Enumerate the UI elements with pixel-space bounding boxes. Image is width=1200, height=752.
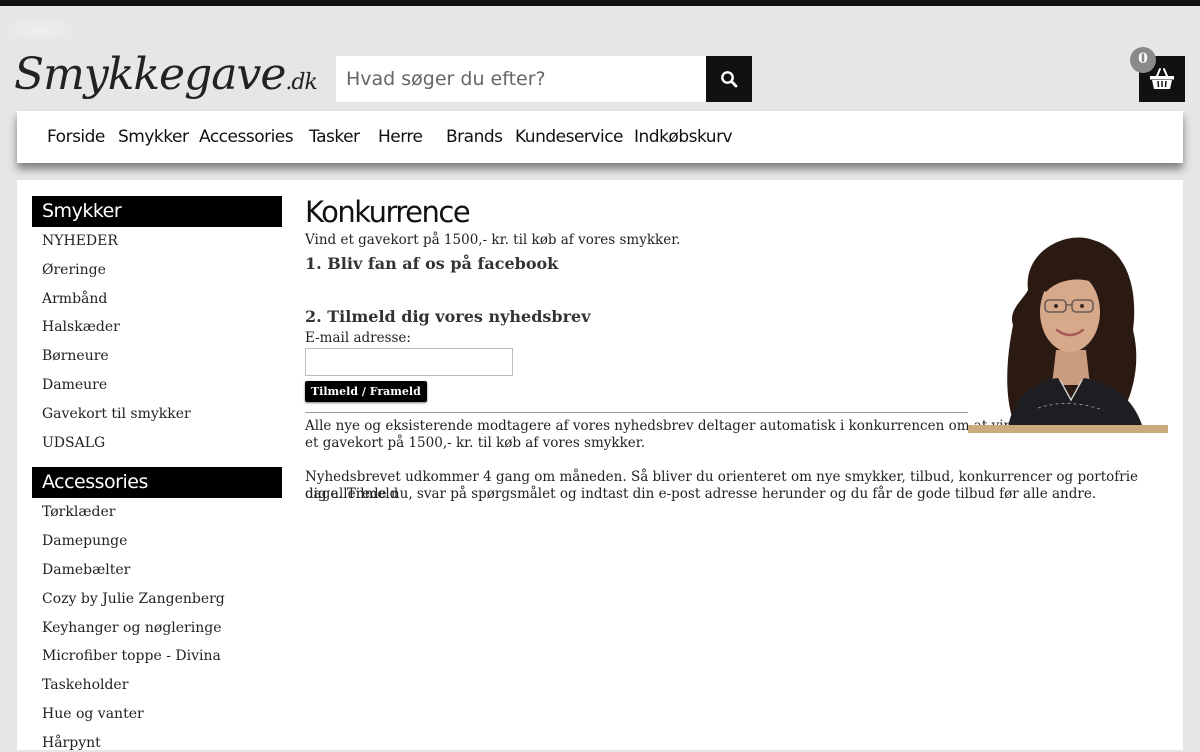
main-nav: Forside Smykker Accessories Tasker Herre…	[17, 111, 1183, 163]
sidebar-item-nyheder[interactable]: NYHEDER	[42, 232, 118, 250]
content-panel: Smykker NYHEDER Øreringe Armbånd Halskæd…	[17, 180, 1183, 752]
sidebar-heading-accessories: Accessories	[32, 467, 282, 498]
nav-item-accessories[interactable]: Accessories	[199, 111, 294, 163]
nav-item-smykker[interactable]: Smykker	[118, 111, 189, 163]
page-title: Konkurrence	[305, 195, 471, 229]
nav-item-brands[interactable]: Brands	[446, 111, 503, 163]
sidebar-heading-smykker: Smykker	[32, 196, 282, 227]
basket-icon	[1150, 68, 1174, 89]
sidebar-item-borneure[interactable]: Børneure	[42, 347, 109, 365]
site-logo[interactable]: Smykkegave.dk	[14, 40, 318, 110]
sidebar-item-damepunge[interactable]: Damepunge	[42, 532, 127, 550]
sidebar-item-dameure[interactable]: Dameure	[42, 376, 107, 394]
sidebar-item-cozy[interactable]: Cozy by Julie Zangenberg	[42, 590, 225, 608]
search-icon	[721, 71, 738, 88]
step2-heading: 2. Tilmeld dig vores nyhedsbrev	[305, 307, 591, 326]
sidebar-item-harpynt[interactable]: Hårpynt	[42, 734, 101, 752]
sidebar-item-udsalg[interactable]: UDSALG	[42, 434, 105, 452]
newsletter-paragraph-line2: dig allerede nu, svar på spørgsmålet og …	[305, 486, 1097, 502]
search-bar	[336, 56, 752, 102]
nav-item-forside[interactable]: Forside	[47, 111, 105, 163]
sidebar-item-halskaeder[interactable]: Halskæder	[42, 318, 120, 336]
photo-base-bar	[968, 425, 1168, 433]
sidebar-item-keyhanger[interactable]: Keyhanger og nøgleringe	[42, 619, 222, 637]
sidebar-item-taskeholder[interactable]: Taskeholder	[42, 676, 128, 694]
sidebar-item-gavekort[interactable]: Gavekort til smykker	[42, 405, 191, 423]
email-field[interactable]	[305, 348, 513, 376]
search-input[interactable]	[336, 56, 706, 102]
sidebar-item-damebaelter[interactable]: Damebælter	[42, 561, 130, 579]
nav-item-indkobskurv[interactable]: Indkøbskurv	[634, 111, 733, 163]
subscribe-button[interactable]: Tilmeld / Frameld	[305, 381, 427, 402]
intro-text: Vind et gavekort på 1500,- kr. til køb a…	[305, 232, 681, 248]
sidebar-item-oreringe[interactable]: Øreringe	[42, 261, 106, 279]
email-label: E-mail adresse:	[305, 330, 411, 346]
nav-item-tasker[interactable]: Tasker	[309, 111, 360, 163]
divider	[305, 412, 968, 413]
nav-item-kundeservice[interactable]: Kundeservice	[515, 111, 624, 163]
cart-count-badge: 0	[1130, 47, 1156, 73]
portrait-photo	[968, 230, 1168, 428]
sidebar-item-torklaeder[interactable]: Tørklæder	[42, 503, 115, 521]
sidebar-item-armband[interactable]: Armbånd	[42, 290, 107, 308]
contest-paragraph-line2: et gavekort på 1500,- kr. til køb af vor…	[305, 435, 646, 451]
sidebar-item-hue-og-vanter[interactable]: Hue og vanter	[42, 705, 144, 723]
step1-heading: 1. Bliv fan af os på facebook	[305, 254, 559, 273]
main-content: Konkurrence Vind et gavekort på 1500,- k…	[305, 180, 1175, 750]
top-bar	[0, 0, 1200, 6]
nav-item-herre[interactable]: Herre	[378, 111, 423, 163]
sidebar-item-microfiber[interactable]: Microfiber toppe - Divina	[42, 647, 221, 665]
search-button[interactable]	[706, 56, 752, 102]
contest-paragraph-line1: Alle nye og eksisterende modtagere af vo…	[305, 418, 1029, 434]
